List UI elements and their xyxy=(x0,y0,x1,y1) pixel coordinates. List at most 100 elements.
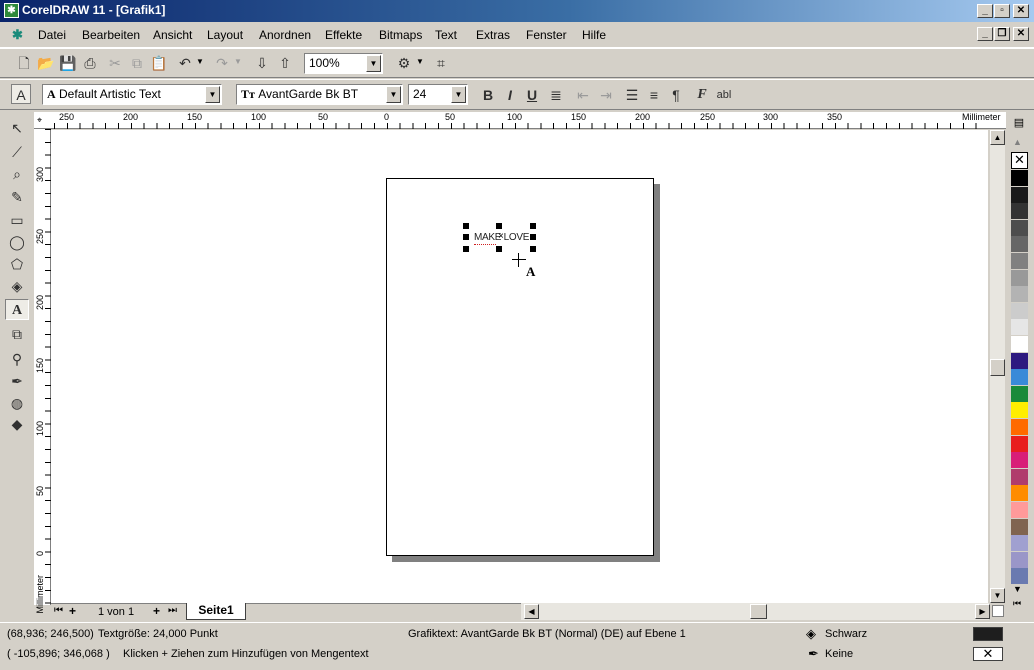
align-icon[interactable]: ≣ xyxy=(546,85,566,105)
selection-handle[interactable] xyxy=(530,234,536,240)
color-swatch[interactable] xyxy=(1011,302,1028,320)
corel-online-icon[interactable]: ⌗ xyxy=(431,53,451,73)
doc-restore-button[interactable]: ❐ xyxy=(994,27,1010,41)
navigator-icon[interactable] xyxy=(992,605,1004,617)
polygon-tool-icon[interactable]: ⬠ xyxy=(5,254,29,275)
horizontal-scrollbar[interactable]: ◀ ▶ xyxy=(521,603,990,620)
chevron-down-icon[interactable]: ▼ xyxy=(205,86,220,103)
coreldraw-icon[interactable]: ✱ xyxy=(4,3,19,18)
vertical-ruler[interactable]: 300 250 200 150 100 50 0 Millimeter xyxy=(34,129,51,614)
shape-tool-icon[interactable]: ⟋ xyxy=(5,142,29,163)
palette-scroll-down-icon[interactable]: ▼ xyxy=(1013,584,1022,594)
text-tool-icon[interactable]: A xyxy=(5,299,29,320)
color-swatch[interactable] xyxy=(1011,253,1028,270)
selection-handle[interactable] xyxy=(463,234,469,240)
chevron-down-icon[interactable]: ▼ xyxy=(451,86,466,103)
menu-hilfe[interactable]: Hilfe xyxy=(582,28,606,42)
color-swatch[interactable] xyxy=(1011,518,1028,536)
format-text-icon[interactable]: F xyxy=(692,85,712,105)
color-swatch[interactable] xyxy=(1011,452,1028,470)
color-swatch[interactable] xyxy=(1011,170,1028,187)
color-swatch[interactable] xyxy=(1011,219,1028,237)
menu-extras[interactable]: Extras xyxy=(476,28,510,42)
fill-color-swatch[interactable] xyxy=(973,627,1003,641)
application-launcher-icon[interactable]: ⚙ xyxy=(394,53,414,73)
no-fill-swatch[interactable]: ✕ xyxy=(1011,152,1028,169)
undo-dropdown-icon[interactable]: ▼ xyxy=(196,57,204,66)
underline-icon[interactable]: U xyxy=(522,85,542,105)
ellipse-tool-icon[interactable]: ◯ xyxy=(5,232,29,253)
first-page-icon[interactable]: ⏮ xyxy=(54,605,63,616)
selection-handle[interactable] xyxy=(463,246,469,252)
pick-tool-icon[interactable]: ↖ xyxy=(5,118,29,139)
color-swatch[interactable] xyxy=(1011,468,1028,486)
copy-icon[interactable]: ⧉ xyxy=(127,53,147,73)
basic-shapes-tool-icon[interactable]: ◈ xyxy=(5,276,29,297)
color-swatch[interactable] xyxy=(1011,568,1028,586)
freehand-tool-icon[interactable]: ✎ xyxy=(5,187,29,208)
rotation-center-icon[interactable]: × xyxy=(498,231,504,242)
color-swatch[interactable] xyxy=(1011,319,1028,337)
palette-scroll-up-icon[interactable]: ▲ xyxy=(1013,137,1022,147)
launcher-dropdown-icon[interactable]: ▼ xyxy=(416,57,424,66)
open-icon[interactable]: 📂 xyxy=(36,53,56,73)
horizontal-ruler[interactable]: ⌖ 250 200 150 100 50 0 50 100 150 200 25… xyxy=(34,112,1006,129)
color-swatch[interactable] xyxy=(1011,485,1028,503)
chevron-down-icon[interactable]: ▼ xyxy=(386,86,401,103)
menu-datei[interactable]: Datei xyxy=(38,28,66,42)
selection-handle[interactable] xyxy=(496,223,502,229)
palette-menu-icon[interactable]: ▤ xyxy=(1010,116,1028,132)
export-icon[interactable]: ⇧ xyxy=(275,53,295,73)
menu-anordnen[interactable]: Anordnen xyxy=(259,28,311,42)
outline-none-swatch[interactable]: ✕ xyxy=(973,647,1003,661)
palette-expand-icon[interactable]: ⏮ xyxy=(1013,598,1021,609)
bold-icon[interactable]: B xyxy=(478,85,498,105)
color-swatch[interactable] xyxy=(1011,286,1028,304)
zoom-tool-icon[interactable]: ⌕ xyxy=(5,164,29,185)
save-icon[interactable]: 💾 xyxy=(58,53,78,73)
zoom-combo[interactable]: 100% ▼ xyxy=(304,53,383,74)
color-swatch[interactable] xyxy=(1011,203,1028,221)
print-icon[interactable]: ⎙ xyxy=(80,53,100,73)
menu-bitmaps[interactable]: Bitmaps xyxy=(379,28,422,42)
minimize-button[interactable]: _ xyxy=(977,4,993,18)
font-combo[interactable]: Tт AvantGarde Bk BT ▼ xyxy=(236,84,403,105)
color-swatch[interactable] xyxy=(1011,352,1028,370)
color-swatch[interactable] xyxy=(1011,336,1028,353)
indent-increase-icon[interactable]: ⇥ xyxy=(596,85,616,105)
menu-fenster[interactable]: Fenster xyxy=(526,28,567,42)
cut-icon[interactable]: ✂ xyxy=(105,53,125,73)
color-swatch[interactable] xyxy=(1011,419,1028,436)
font-size-combo[interactable]: 24 ▼ xyxy=(408,84,468,105)
selection-handle[interactable] xyxy=(496,246,502,252)
add-page-before-icon[interactable]: + xyxy=(69,604,76,618)
text-style-icon[interactable]: A xyxy=(11,84,31,104)
menu-ansicht[interactable]: Ansicht xyxy=(153,28,192,42)
color-swatch[interactable] xyxy=(1011,369,1028,387)
style-combo[interactable]: A Default Artistic Text ▼ xyxy=(42,84,222,105)
selection-handle[interactable] xyxy=(463,223,469,229)
scroll-up-icon[interactable]: ▲ xyxy=(990,130,1005,145)
maximize-button[interactable]: ▫ xyxy=(994,4,1010,18)
close-button[interactable]: ✕ xyxy=(1013,4,1029,18)
color-swatch[interactable] xyxy=(1011,435,1028,453)
dropcap-icon[interactable]: ≡ xyxy=(644,85,664,105)
vertical-scroll-thumb[interactable] xyxy=(990,359,1005,376)
doc-close-button[interactable]: ✕ xyxy=(1013,27,1029,41)
scroll-left-icon[interactable]: ◀ xyxy=(524,604,539,619)
color-swatch[interactable] xyxy=(1011,186,1028,204)
chevron-down-icon[interactable]: ▼ xyxy=(366,55,381,72)
menu-effekte[interactable]: Effekte xyxy=(325,28,362,42)
redo-icon[interactable]: ↷ xyxy=(212,53,232,73)
italic-icon[interactable]: I xyxy=(500,85,520,105)
ruler-origin-icon[interactable]: ⌖ xyxy=(37,115,42,126)
scroll-down-icon[interactable]: ▼ xyxy=(990,588,1005,603)
paste-icon[interactable]: 📋 xyxy=(149,53,169,73)
import-icon[interactable]: ⇩ xyxy=(252,53,272,73)
redo-dropdown-icon[interactable]: ▼ xyxy=(234,57,242,66)
menu-layout[interactable]: Layout xyxy=(207,28,243,42)
document-icon[interactable]: ✱ xyxy=(12,27,23,43)
edit-text-icon[interactable]: abl xyxy=(714,85,734,105)
rectangle-tool-icon[interactable]: ▭ xyxy=(5,210,29,231)
nonprinting-chars-icon[interactable]: ¶ xyxy=(666,85,686,105)
